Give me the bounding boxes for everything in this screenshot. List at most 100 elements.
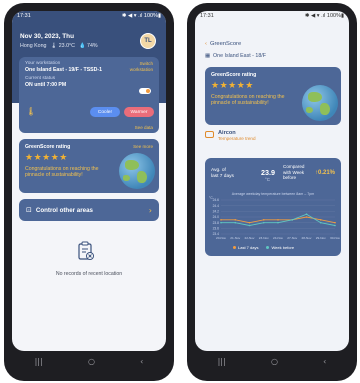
cooler-button[interactable]: Cooler (90, 107, 120, 117)
temperature-trend-chart: 24.624.424.224.023.823.623.4°C20-Nov 21-N… (209, 196, 340, 240)
status-bar: 17:31 ✱ ◀ ▾ .ıl 100%▮ (12, 11, 166, 21)
chevron-left-icon: ‹ (205, 41, 207, 47)
data-point (334, 224, 336, 227)
greenscore-card[interactable]: GreenScore rating See more ★★★★★ Congrat… (19, 139, 159, 193)
y-tick-label: 24.4 (213, 204, 220, 208)
empty-state-text: No records of recent location (55, 271, 123, 277)
status-time: 17:31 (17, 13, 31, 19)
legend-label: Week before (271, 245, 295, 250)
temperature-label: 🌡 23.0°C (50, 43, 75, 49)
status-bar: 17:31 ✱ ◀ ▾ .ıl 100%▮ (195, 11, 349, 21)
rating-stars: ★★★★★ (25, 153, 68, 163)
greenscore-card: GreenScore rating ★★★★★ Congratulations … (205, 67, 341, 125)
status-value: ON until 7:00 PM (25, 82, 67, 88)
x-tick-label: 29-Nov (316, 236, 326, 240)
back-label: GreenScore (209, 41, 242, 47)
home-screen: 17:31 ✱ ◀ ▾ .ıl 100%▮ Nov 30, 2023, Thu … (12, 11, 166, 351)
recents-nav-button[interactable]: ||| (218, 357, 226, 366)
back-nav-button[interactable]: ‹ (140, 357, 143, 366)
city-label: Hong Kong (20, 43, 47, 49)
x-tick-label: 24-Nov (273, 236, 283, 240)
aircon-section-header: Aircon Temperature trend (205, 130, 256, 141)
location-label: One Island East - 18/F (213, 53, 267, 59)
aircon-subtitle: Temperature trend (218, 136, 256, 141)
home-nav-button[interactable]: ○ (271, 357, 278, 366)
data-point (234, 221, 237, 224)
switch-workstation-link[interactable]: Switch workstation (130, 61, 153, 72)
data-point (262, 219, 265, 221)
x-tick-label: 22-Nov (245, 236, 255, 240)
see-more-link[interactable]: See more (133, 144, 153, 149)
data-point (248, 224, 251, 227)
control-other-areas-button[interactable]: ⊡ Control other areas › (19, 199, 159, 221)
y-axis-unit: °C (209, 196, 213, 200)
see-data-link[interactable]: See data (135, 125, 153, 130)
workstation-card: Your workstation One Island East - 19/F … (19, 57, 159, 133)
android-nav-bar: ||| ○ ‹ (12, 353, 166, 369)
data-point (220, 221, 222, 224)
y-tick-label: 24.0 (213, 215, 220, 219)
change-value: ↑0.21% (314, 170, 335, 176)
legend-dot (233, 246, 236, 249)
data-point (319, 221, 322, 224)
weather-row: Hong Kong 🌡 23.0°C 💧 74% (20, 43, 98, 49)
data-point (248, 221, 251, 224)
avg-label: Avg. of last 7 days (211, 168, 234, 179)
android-nav-bar: ||| ○ ‹ (195, 353, 349, 369)
greenscore-title: GreenScore rating (25, 144, 71, 150)
y-tick-label: 24.6 (213, 198, 220, 202)
y-tick-label: 23.6 (213, 227, 220, 231)
rating-stars: ★★★★★ (211, 81, 254, 91)
data-point (334, 221, 336, 224)
avg-unit: °C (265, 177, 270, 182)
globe-icon (119, 153, 155, 189)
building-icon: ▦ (205, 53, 211, 59)
chevron-right-icon: › (148, 205, 152, 215)
greenscore-message: Congratulations on reaching the pinnacle… (211, 94, 285, 107)
globe-icon (302, 85, 338, 121)
location-row: ▦ One Island East - 18/F (205, 53, 266, 59)
temperature-trend-card: Avg. of last 7 days 23.9 °C Compared with … (205, 158, 341, 256)
greenscore-message: Congratulations on reaching the pinnacle… (25, 166, 99, 179)
chart-legend: Last 7 days Week before (233, 245, 294, 250)
data-point (305, 213, 308, 215)
greenscore-title: GreenScore rating (211, 72, 257, 78)
power-toggle[interactable] (139, 88, 151, 94)
x-tick-label: 30-Nov (330, 236, 340, 240)
status-time: 17:31 (200, 13, 214, 19)
data-point (277, 219, 279, 221)
y-tick-label: 23.8 (213, 221, 220, 225)
area-icon: ⊡ (26, 206, 32, 214)
phone-left: 17:31 ✱ ◀ ▾ .ıl 100%▮ Nov 30, 2023, Thu … (4, 3, 174, 381)
home-nav-button[interactable]: ○ (88, 357, 95, 366)
clipboard-empty-icon (78, 241, 94, 260)
legend-dot (266, 246, 270, 249)
data-point (262, 221, 265, 224)
x-tick-label: 21-Nov (230, 236, 240, 240)
avg-value: 23.9 (261, 168, 275, 177)
control-label: Control other areas (35, 206, 93, 214)
x-tick-label: 20-Nov (216, 236, 226, 240)
status-label: Current status (25, 76, 56, 81)
data-point (305, 216, 308, 218)
avatar[interactable]: TL (140, 33, 156, 49)
legend-label: Last 7 days (238, 245, 259, 250)
aircon-icon (205, 131, 214, 138)
status-icons: ✱ ◀ ▾ .ıl 100%▮ (121, 13, 161, 19)
back-button[interactable]: ‹ GreenScore (205, 41, 241, 47)
date-label: Nov 30, 2023, Thu (20, 33, 74, 40)
warmer-button[interactable]: Warmer (124, 107, 154, 117)
status-icons: ✱ ◀ ▾ .ıl 100%▮ (304, 13, 344, 19)
back-nav-button[interactable]: ‹ (323, 357, 326, 366)
thermometer-icon: 🌡 (26, 107, 37, 116)
humidity-label: 💧 74% (78, 43, 98, 49)
data-point (220, 219, 222, 221)
legend-item-last-7-days: Last 7 days (233, 245, 258, 250)
data-point (277, 221, 279, 224)
phone-right: 17:31 ✱ ◀ ▾ .ıl 100%▮ ‹ GreenScore ▦ One… (187, 3, 357, 381)
data-point (319, 219, 322, 221)
recents-nav-button[interactable]: ||| (35, 357, 43, 366)
compare-label: Compared with Week before (283, 164, 305, 181)
legend-item-week-before: Week before (266, 245, 294, 250)
data-point (234, 219, 237, 221)
